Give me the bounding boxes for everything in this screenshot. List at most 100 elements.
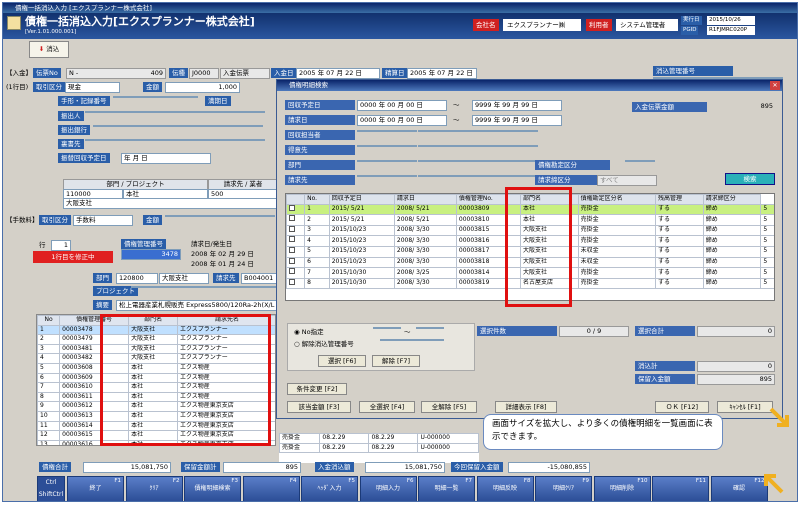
fee-amount-field[interactable] bbox=[165, 215, 275, 217]
customer-code[interactable] bbox=[357, 145, 417, 147]
bill-date-1: 2008 年 02 月 29 日 bbox=[191, 250, 254, 258]
close-icon[interactable]: ✕ bbox=[770, 81, 780, 90]
fkey-number: F11 bbox=[695, 478, 706, 484]
deal-type-label: 取引区分 bbox=[33, 82, 65, 92]
left-list-callout bbox=[100, 314, 271, 446]
drawer-field[interactable] bbox=[85, 111, 265, 113]
entry-tag: 【入金】 bbox=[6, 69, 32, 77]
slip-no-field[interactable]: N - 409 bbox=[66, 68, 166, 79]
page-title: 債権一括消込入力[エクスプランナー株式会社] bbox=[25, 15, 255, 28]
cond-change-button[interactable]: 条件変更 [F2] bbox=[287, 383, 347, 395]
function-key-f11[interactable]: F11 bbox=[652, 476, 709, 501]
dept-code-d[interactable] bbox=[357, 160, 417, 162]
dialog-dept-callout bbox=[505, 187, 572, 307]
project-field[interactable] bbox=[131, 286, 277, 288]
amount-field[interactable]: 1,000 bbox=[165, 82, 240, 93]
summary-field[interactable]: 松上電器産業札幌販売 Express5800/120Ra-2h(X/L bbox=[116, 300, 278, 311]
table-cell: 締め bbox=[702, 267, 762, 279]
endorse-date-field[interactable]: 年 月 日 bbox=[121, 153, 211, 164]
ok-button[interactable]: ＯＫ [F12] bbox=[655, 401, 709, 413]
endorser-field[interactable] bbox=[85, 139, 265, 141]
table-cell: U-000000 bbox=[417, 433, 479, 444]
amount-label: 金額 bbox=[143, 82, 162, 92]
table-cell: 6 bbox=[37, 372, 61, 384]
bill-to-field[interactable]: 9999 年 99 月 99 日 bbox=[472, 115, 562, 126]
table-cell: 締め bbox=[702, 224, 762, 237]
row-checkbox[interactable] bbox=[286, 256, 306, 269]
table-cell: 2008/ 5/21 bbox=[393, 203, 457, 216]
bill-date-label-d: 請求日 bbox=[285, 115, 355, 125]
function-key-f10[interactable]: F10 明細削除 bbox=[593, 476, 651, 501]
payment-date-label: 入金日 bbox=[271, 68, 297, 78]
table-cell: 2008/ 3/30 bbox=[393, 224, 457, 237]
no-spec-radio[interactable]: ◉ No指定 bbox=[294, 328, 324, 337]
table-cell: する bbox=[655, 277, 704, 290]
row-checkbox[interactable] bbox=[286, 277, 306, 290]
ctrl-key-label: Ctrl bbox=[45, 479, 57, 486]
date-label: 実行日 bbox=[681, 16, 702, 25]
collect-to-field[interactable]: 9999 年 99 月 99 日 bbox=[472, 100, 562, 111]
fkey-number: F6 bbox=[406, 478, 414, 484]
table-cell: 2008/ 3/30 bbox=[393, 235, 457, 247]
no-to-field[interactable] bbox=[416, 327, 444, 329]
function-key-f1[interactable]: F1 終了 bbox=[67, 476, 124, 501]
debt-no-field[interactable]: 3478 bbox=[121, 249, 181, 260]
table-cell: 7 bbox=[37, 382, 61, 393]
ctrl-key-button[interactable]: Ctrl ShiftCtrl bbox=[37, 476, 65, 501]
bill-date-label: 請求日/発生日 bbox=[191, 240, 233, 248]
table-cell: 5 bbox=[760, 256, 774, 269]
release-label: 解除消込管理番号 bbox=[301, 340, 354, 348]
clear-total-label: 消込計 bbox=[635, 361, 695, 371]
collect-date-label: 回収予定日 bbox=[285, 100, 355, 110]
table-cell: 5 bbox=[760, 245, 774, 258]
clear-toolbar-button[interactable]: ⬇ 消込 bbox=[29, 41, 69, 58]
table-cell: 08.2.29 bbox=[319, 442, 370, 454]
no-from-field[interactable] bbox=[373, 327, 401, 329]
remain-button[interactable]: 該当金額 [F3] bbox=[287, 401, 351, 413]
table-cell: U-000000 bbox=[417, 442, 479, 454]
bill-from-field[interactable]: 0000 年 00 月 00 日 bbox=[357, 115, 447, 126]
payslip-amount-value: 895 bbox=[760, 102, 773, 110]
settle-date-field[interactable]: 2005 年 07 月 22 日 bbox=[407, 68, 477, 79]
table-cell: する bbox=[655, 245, 704, 258]
release-field[interactable] bbox=[380, 339, 444, 341]
function-key-f8[interactable]: F8 明細反映 bbox=[476, 476, 534, 501]
column-header: 回収予定日 bbox=[328, 194, 395, 205]
debt-account-field[interactable] bbox=[625, 160, 655, 162]
drawer-bank-field[interactable] bbox=[93, 125, 263, 127]
select-button[interactable]: 選択 [F6] bbox=[318, 355, 366, 367]
function-key-f7[interactable]: F7 明細一覧 bbox=[418, 476, 475, 501]
collect-from-field[interactable]: 0000 年 00 月 00 日 bbox=[357, 100, 447, 111]
function-key-f4[interactable]: F4 bbox=[242, 476, 300, 501]
detail-button[interactable]: 詳細表示 [F8] bbox=[495, 401, 557, 413]
cancel-button[interactable]: ｷｬﾝｾﾙ [F1] bbox=[717, 401, 773, 413]
release-button[interactable]: 解除 [F7] bbox=[372, 355, 420, 367]
billto-code-d[interactable] bbox=[357, 175, 417, 177]
all-release-button[interactable]: 全解除 [F5] bbox=[421, 401, 477, 413]
note-field[interactable] bbox=[113, 96, 198, 98]
function-key-f2[interactable]: F2 ｸﾘｱ bbox=[125, 476, 183, 501]
row-checkbox[interactable] bbox=[286, 214, 306, 226]
function-key-f3[interactable]: F3 債権明細検索 bbox=[184, 476, 241, 501]
row-checkbox[interactable] bbox=[286, 267, 306, 279]
collector-code[interactable] bbox=[357, 130, 417, 132]
fkey-number: F5 bbox=[348, 478, 355, 484]
payment-date-field[interactable]: 2005 年 07 月 22 日 bbox=[296, 68, 380, 79]
annotation-bubble: 画面サイズを拡大し、より多くの債権明細を一覧画面に表示できます。 bbox=[483, 414, 723, 450]
row-checkbox[interactable] bbox=[286, 203, 306, 216]
function-key-f5[interactable]: F5 ﾍｯﾀﾞ入力 bbox=[301, 476, 358, 501]
close-type-select[interactable]: すべて bbox=[597, 175, 657, 186]
row-checkbox[interactable] bbox=[286, 235, 306, 247]
fee-type-select[interactable]: 手数料 bbox=[73, 215, 133, 226]
function-key-f6[interactable]: F6 明細入力 bbox=[359, 476, 417, 501]
deal-type-select[interactable]: 現金 bbox=[65, 82, 120, 93]
row-checkbox[interactable] bbox=[286, 224, 306, 237]
function-key-f12[interactable]: F12 確認 bbox=[710, 476, 768, 501]
all-select-button[interactable]: 全選択 [F4] bbox=[359, 401, 415, 413]
search-button[interactable]: 検索 bbox=[725, 173, 775, 185]
row-checkbox[interactable] bbox=[286, 245, 306, 258]
release-radio[interactable]: ○ 解除消込管理番号 bbox=[294, 340, 354, 349]
section-name: 大阪支社 bbox=[159, 273, 209, 284]
table-row: 売掛金 08.2.29 08.2.29 U-000000 bbox=[279, 433, 479, 444]
function-key-f9[interactable]: F9 明細ｸﾘｱ bbox=[535, 476, 592, 501]
